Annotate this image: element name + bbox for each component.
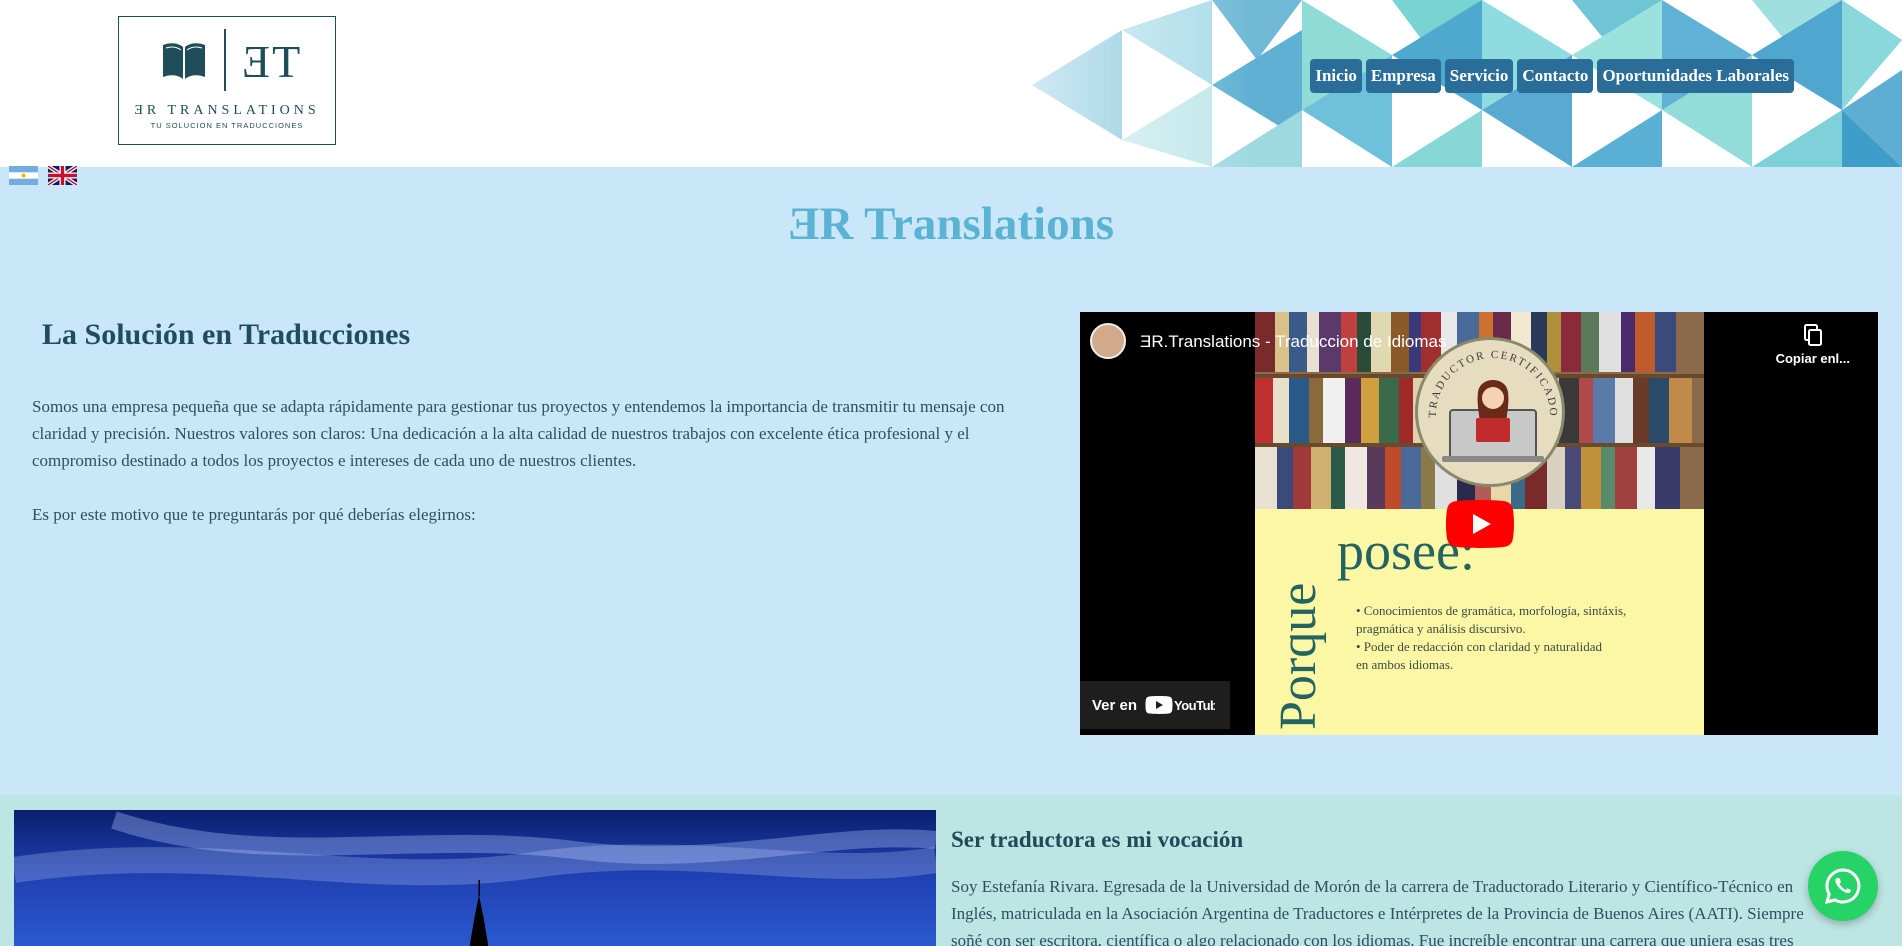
intro-paragraph: Somos una empresa pequeña que se adapta … [32,397,1005,470]
site-header: ƎT ƎR TRANSLATIONS TU SOLUCION EN TRADUC… [0,0,1902,167]
vocation-section: Ser traductora es mi vocación Soy Estefa… [0,795,1902,946]
thumbnail-bullets: • Conocimientos de gramática, morfología… [1356,602,1626,674]
nav-inicio[interactable]: Inicio [1310,59,1362,93]
language-switcher [9,166,77,185]
thumbnail-bullet-line: • Conocimientos de gramática, morfología… [1356,603,1627,618]
open-book-icon [163,43,205,79]
vocation-heading: Ser traductora es mi vocación [951,827,1244,852]
city-night-image [14,810,936,946]
whatsapp-icon [1824,868,1861,905]
copy-icon [1803,324,1822,346]
svg-text:Porque: Porque [1270,583,1327,730]
intro-heading: La Solución en Traducciones [42,318,411,351]
site-logo[interactable]: ƎT ƎR TRANSLATIONS TU SOLUCION EN TRADUC… [118,16,336,145]
thumbnail-bullet-line: pragmática y análisis discursivo. [1356,621,1526,636]
logo-name: ƎR TRANSLATIONS [134,103,320,118]
intro-question: Es por este motivo que te preguntarás po… [32,505,476,524]
certified-translator-badge: TRADUCTOR CERTIFICADO [1415,337,1565,487]
play-icon[interactable] [1446,500,1514,548]
youtube-wordmark: YouTube [1174,698,1215,713]
video-title[interactable]: ƎR.Translations - Traduccion de Idiomas [1140,332,1446,352]
city-skyline-graphic [14,811,936,946]
watch-on-youtube-button[interactable]: Ver en YouTube [1080,681,1230,729]
logo-divider [224,29,226,91]
site-title: ƎR Translations [787,198,1115,250]
copy-link-label: Copiar enl... [1775,351,1850,366]
nav-empresa[interactable]: Empresa [1365,59,1441,93]
youtube-logo-icon: YouTube [1145,696,1215,714]
main-nav: Inicio Empresa Servicio Contacto Oportun… [1310,59,1794,93]
copy-link-button[interactable]: Copiar enl... [1776,324,1850,366]
watch-on-label: Ver en [1092,696,1138,714]
thumbnail-vertical-word: Porque [1270,583,1327,730]
channel-avatar[interactable] [1090,323,1126,359]
logo-monogram: ƎT [242,36,303,87]
youtube-video-embed[interactable]: TRADUCTOR CERTIFICADO Porque posee: • Co… [1080,312,1878,735]
argentina-flag-icon[interactable] [9,166,38,185]
logo-tagline: TU SOLUCION EN TRADUCCIONES [150,121,304,130]
uk-flag-icon[interactable] [48,166,77,185]
whatsapp-button[interactable] [1808,851,1878,921]
nav-contacto[interactable]: Contacto [1517,59,1594,93]
nav-servicio[interactable]: Servicio [1444,59,1514,93]
thumbnail-bullet-line: en ambos idiomas. [1356,657,1454,672]
nav-oportunidades-laborales[interactable]: Oportunidades Laborales [1597,59,1794,93]
vocation-text: Soy Estefanía Rivara. Egresada de la Uni… [951,877,1804,946]
thumbnail-bullet-line: • Poder de redacción con claridad y natu… [1356,639,1603,654]
